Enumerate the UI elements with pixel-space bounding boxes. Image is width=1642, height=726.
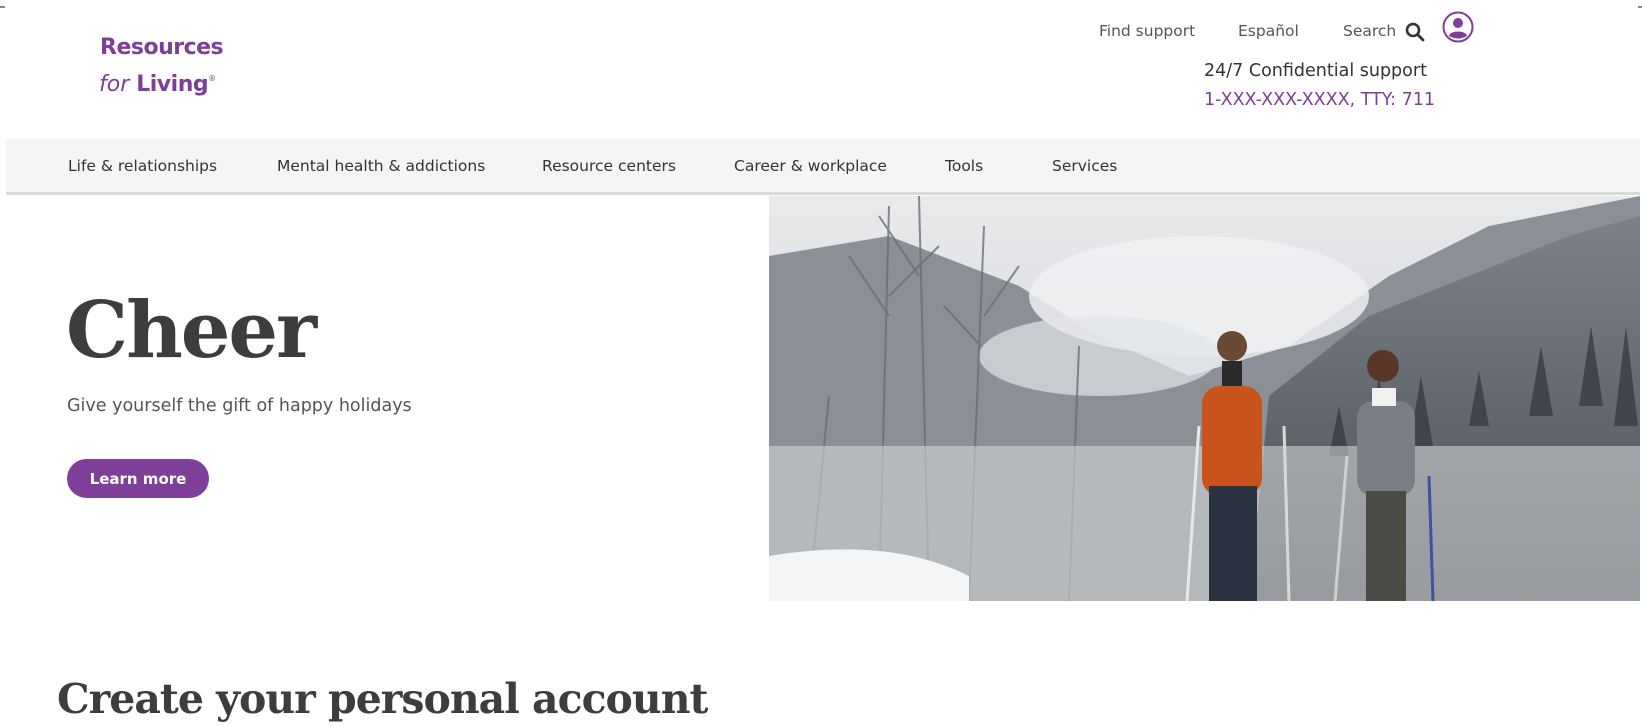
nav-item-tools[interactable]: Tools: [945, 157, 983, 175]
logo-for: for: [99, 72, 130, 97]
section-title: Create your personal account: [57, 675, 708, 723]
support-phone-link[interactable]: 1-XXX-XXX-XXXX, TTY: 711: [1204, 88, 1435, 112]
hero-subtitle: Give yourself the gift of happy holidays: [67, 396, 412, 416]
espanol-link[interactable]: Español: [1238, 22, 1299, 40]
find-support-link[interactable]: Find support: [1099, 22, 1195, 40]
nav-item-services[interactable]: Services: [1052, 157, 1117, 175]
logo-line-2: for Living®: [99, 63, 223, 100]
user-avatar-icon[interactable]: [1442, 11, 1474, 43]
search-link[interactable]: Search: [1343, 22, 1396, 40]
nav-item-career-workplace[interactable]: Career & workplace: [734, 157, 887, 175]
support-block: 24/7 Confidential support 1-XXX-XXX-XXXX…: [1204, 59, 1435, 112]
nav-item-life-relationships[interactable]: Life & relationships: [68, 157, 217, 175]
snowy-forest-skiers-photo: [769, 196, 1640, 601]
nav-item-mental-health[interactable]: Mental health & addictions: [277, 157, 485, 175]
hero-image: [769, 196, 1640, 601]
logo-registered-mark: ®: [208, 74, 217, 83]
learn-more-button[interactable]: Learn more: [67, 459, 209, 498]
search-icon[interactable]: [1404, 21, 1426, 43]
utility-nav: Find support Español Search: [0, 11, 1642, 44]
main-nav: Life & relationships Mental health & add…: [6, 139, 1640, 195]
nav-item-resource-centers[interactable]: Resource centers: [542, 157, 676, 175]
logo-living: Living: [136, 72, 209, 97]
hero-title: Cheer: [66, 285, 317, 376]
window-edge-mark: [0, 6, 5, 8]
window-edge-mark: [1638, 6, 1642, 8]
support-label: 24/7 Confidential support: [1204, 61, 1427, 81]
